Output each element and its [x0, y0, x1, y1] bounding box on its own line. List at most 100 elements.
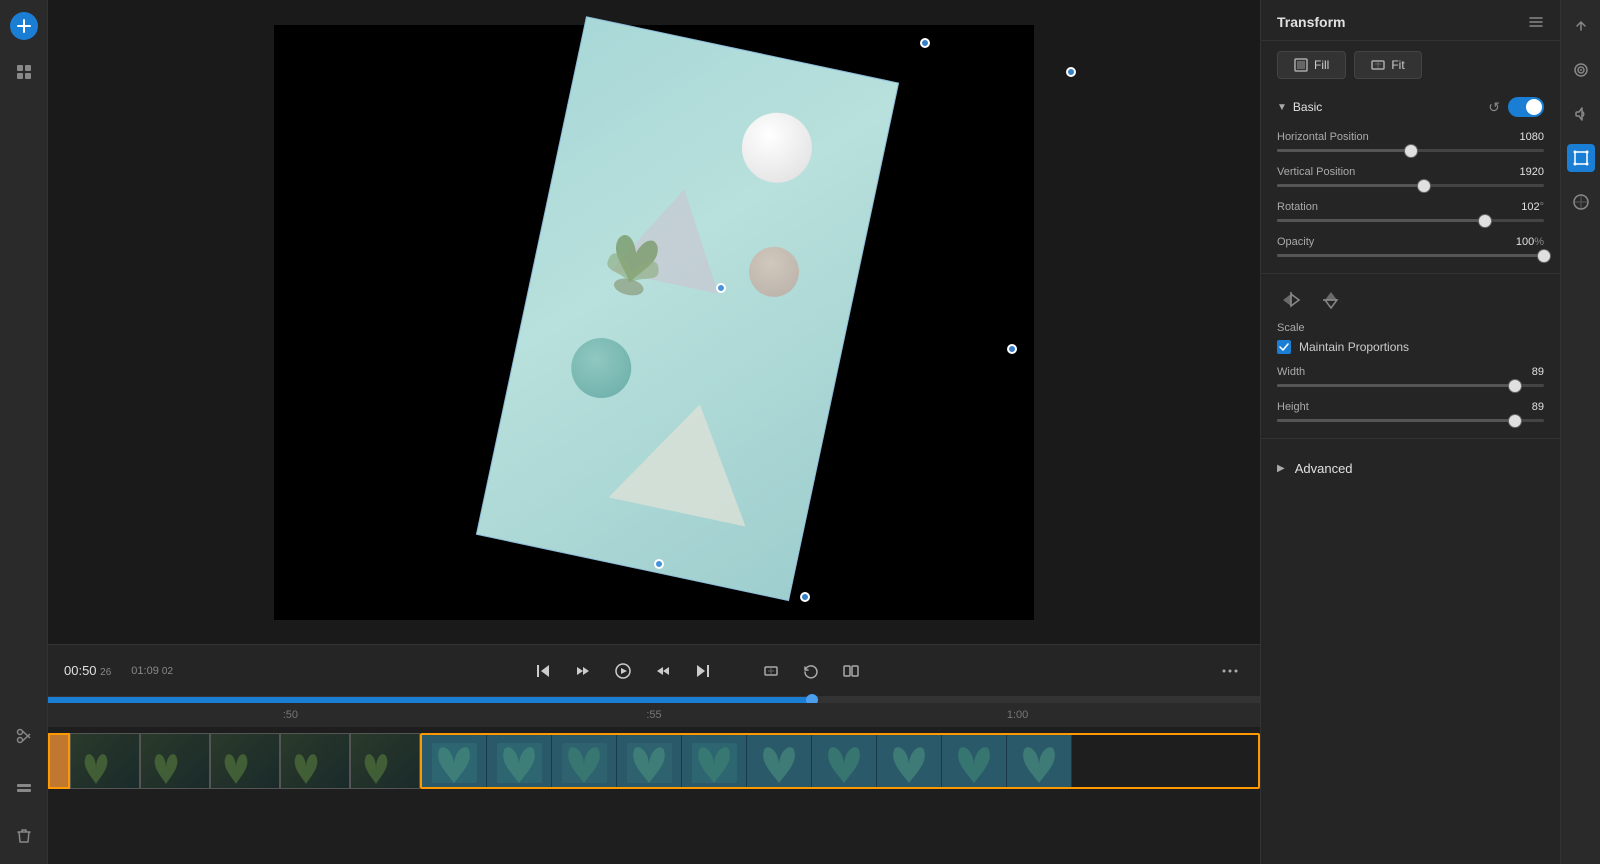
v-pos-thumb[interactable]: [1417, 179, 1431, 193]
handle-top-right[interactable]: [1066, 67, 1076, 77]
current-time-display: 00:50 26: [64, 663, 111, 678]
h-pos-value: 1080: [1520, 131, 1544, 143]
track-thumb-active[interactable]: [48, 733, 70, 789]
basic-section-header[interactable]: ▼ Basic ↺: [1261, 89, 1560, 125]
flip-vertical-button[interactable]: [1317, 286, 1345, 314]
layout-icon[interactable]: [8, 56, 40, 88]
handle-bot-left[interactable]: [654, 559, 664, 569]
rotation-slider[interactable]: [1277, 219, 1544, 222]
clip-thumb-3: [552, 735, 617, 789]
opacity-slider[interactable]: [1277, 254, 1544, 257]
clip-thumb-7: [812, 735, 877, 789]
skip-end-button[interactable]: [689, 657, 717, 685]
main-clip[interactable]: [420, 733, 1260, 789]
maintain-proportions-checkbox[interactable]: [1277, 340, 1291, 354]
v-pos-label: Vertical Position: [1277, 166, 1355, 178]
clip-thumb-10: [1007, 735, 1072, 789]
layers-icon[interactable]: [8, 772, 40, 804]
split-view-button[interactable]: [837, 657, 865, 685]
rotation-thumb[interactable]: [1478, 214, 1492, 228]
right-icons-sidebar: [1560, 0, 1600, 864]
width-slider[interactable]: [1277, 384, 1544, 387]
maintain-proportions-label: Maintain Proportions: [1299, 340, 1409, 354]
skip-start-button[interactable]: [529, 657, 557, 685]
clip-thumb-6: [747, 735, 812, 789]
track-thumb-1[interactable]: [70, 733, 140, 789]
track-thumb-2[interactable]: [140, 733, 210, 789]
scale-section: Scale: [1261, 318, 1560, 334]
handle-mid-right[interactable]: [1007, 344, 1017, 354]
track-thumb-4[interactable]: [280, 733, 350, 789]
ruler-mark-50: :50: [283, 709, 298, 721]
handle-top-center[interactable]: [920, 38, 930, 48]
scale-icons-row: [1261, 282, 1560, 318]
fit-label: Fit: [1391, 58, 1404, 72]
handle-mid-left[interactable]: [716, 283, 726, 293]
timeline-ruler: :50 :55 1:00: [48, 703, 1260, 727]
timeline-area: 00:50 26 01:09 02: [48, 644, 1260, 864]
transform-icon[interactable]: [1567, 144, 1595, 172]
plant: [586, 210, 683, 315]
opacity-prop: Opacity 100%: [1261, 230, 1560, 265]
clip-thumb-5: [682, 735, 747, 789]
fill-button[interactable]: Fill: [1277, 51, 1346, 79]
fast-forward-button[interactable]: [649, 657, 677, 685]
height-value: 89: [1532, 401, 1544, 413]
main-content: 00:50 26 01:09 02: [48, 0, 1260, 864]
audio-icon[interactable]: [1567, 100, 1595, 128]
maintain-proportions-row[interactable]: Maintain Proportions: [1261, 334, 1560, 360]
clip-thumb-2: [487, 735, 552, 789]
canvas: [274, 25, 1034, 620]
advanced-label: Advanced: [1295, 461, 1353, 476]
play-button[interactable]: [609, 657, 637, 685]
height-slider[interactable]: [1277, 419, 1544, 422]
panel-header: Transform: [1261, 0, 1560, 41]
v-pos-slider[interactable]: [1277, 184, 1544, 187]
h-pos-thumb[interactable]: [1404, 144, 1418, 158]
width-thumb[interactable]: [1508, 379, 1522, 393]
speckled-ball: [744, 242, 803, 301]
opacity-label: Opacity: [1277, 236, 1314, 248]
fit-button[interactable]: Fit: [1354, 51, 1421, 79]
width-prop: Width 89: [1261, 360, 1560, 395]
ruler-mark-55: :55: [646, 709, 661, 721]
flip-horizontal-button[interactable]: [1277, 286, 1305, 314]
height-thumb[interactable]: [1508, 414, 1522, 428]
current-frames: 26: [100, 667, 111, 678]
vertical-position-prop: Vertical Position 1920: [1261, 160, 1560, 195]
share-icon[interactable]: [1567, 12, 1595, 40]
h-pos-slider[interactable]: [1277, 149, 1544, 152]
fit-view-button[interactable]: [757, 657, 785, 685]
clip-thumb-4: [617, 735, 682, 789]
loop-button[interactable]: [797, 657, 825, 685]
opacity-thumb[interactable]: [1537, 249, 1551, 263]
clip-thumb-1: [422, 735, 487, 789]
color-icon[interactable]: [1567, 188, 1595, 216]
ruler-mark-60: 1:00: [1007, 709, 1028, 721]
height-label: Height: [1277, 401, 1309, 413]
right-panel: Transform Fill Fit ▼ Basic ↺: [1260, 0, 1560, 864]
menu-icon[interactable]: [1216, 657, 1244, 685]
track-thumb-5[interactable]: [350, 733, 420, 789]
cut-icon[interactable]: [8, 720, 40, 752]
track-thumb-3[interactable]: [210, 733, 280, 789]
rotation-label: Rotation: [1277, 201, 1318, 213]
rotated-clip[interactable]: [476, 16, 899, 601]
basic-section-controls: ↺: [1488, 97, 1544, 117]
advanced-section-header[interactable]: ▶ Advanced: [1261, 447, 1560, 490]
track-row-1: [48, 731, 1260, 791]
effects-icon[interactable]: [1567, 56, 1595, 84]
clip-thumb-9: [942, 735, 1007, 789]
width-label: Width: [1277, 366, 1305, 378]
left-sidebar: [0, 0, 48, 864]
rewind-button[interactable]: [569, 657, 597, 685]
timeline-tracks: [48, 727, 1260, 864]
basic-toggle[interactable]: [1508, 97, 1544, 117]
h-pos-label: Horizontal Position: [1277, 131, 1369, 143]
total-time: 01:09: [131, 665, 159, 677]
reset-icon[interactable]: ↺: [1488, 99, 1500, 116]
add-button[interactable]: [10, 12, 38, 40]
panel-title: Transform: [1277, 14, 1345, 30]
handle-bot-center[interactable]: [800, 592, 810, 602]
trash-icon[interactable]: [8, 820, 40, 852]
